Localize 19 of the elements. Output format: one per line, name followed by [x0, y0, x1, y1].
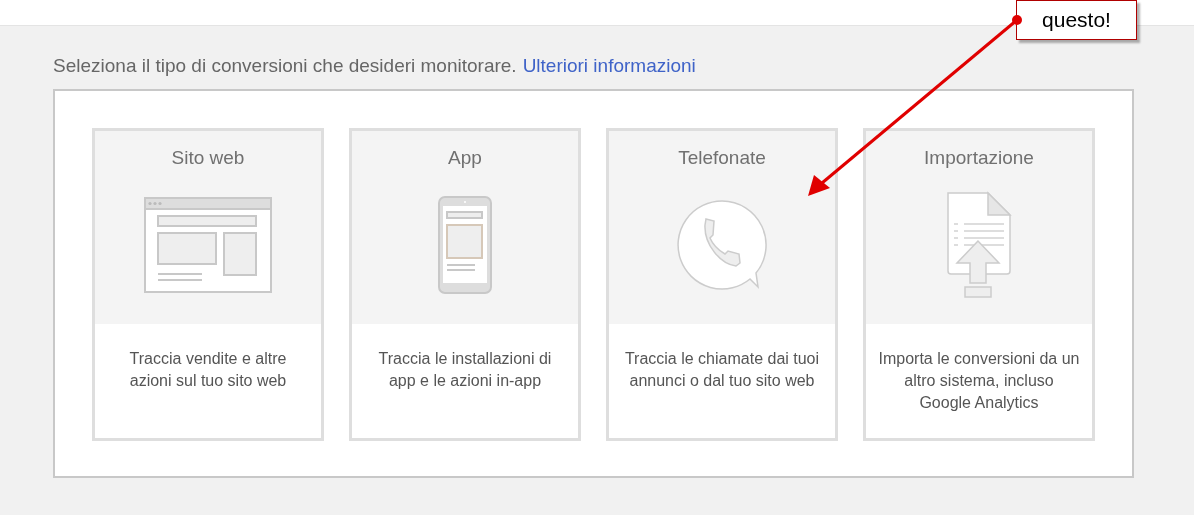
browser-window-icon	[144, 197, 272, 294]
card-title: Telefonate	[678, 146, 766, 170]
card-description: Traccia le chiamate dai tuoi annunci o dal tuo sito web	[623, 349, 821, 391]
callout-label: questo!	[1016, 0, 1137, 40]
card-description: Importa le conversioni da un altro sistema, incluso Google Analytics	[877, 349, 1081, 413]
card-description: Traccia le installazioni di app e le azioni in-app	[377, 349, 553, 391]
phone-bubble-icon	[676, 199, 768, 292]
card-title: Importazione	[924, 146, 1034, 170]
document-upload-icon	[946, 191, 1012, 300]
card-description: Traccia vendite e altre azioni sul tuo sito web	[128, 349, 288, 391]
smartphone-icon	[438, 196, 492, 295]
conversion-type-card[interactable]: Telefonate Traccia le chiamate dai tuoi annunci o dal tuo sito web	[606, 128, 838, 441]
conversion-type-card[interactable]: Sito web Traccia vendite e altre azioni sul tuo sito web	[92, 128, 324, 441]
card-title: Sito web	[171, 146, 245, 170]
intro-text: Seleziona il tipo di conversioni che desideri monitorare.	[53, 54, 517, 78]
conversion-type-card[interactable]: App Traccia le installazioni di app e le azioni in-app	[349, 128, 581, 441]
card-title: App	[448, 146, 482, 170]
conversion-type-card[interactable]: Importazione Importa le conversioni da un altro sistema, incluso Google Analytics	[863, 128, 1095, 441]
more-info-link[interactable]: Ulteriori informazioni	[522, 53, 696, 79]
